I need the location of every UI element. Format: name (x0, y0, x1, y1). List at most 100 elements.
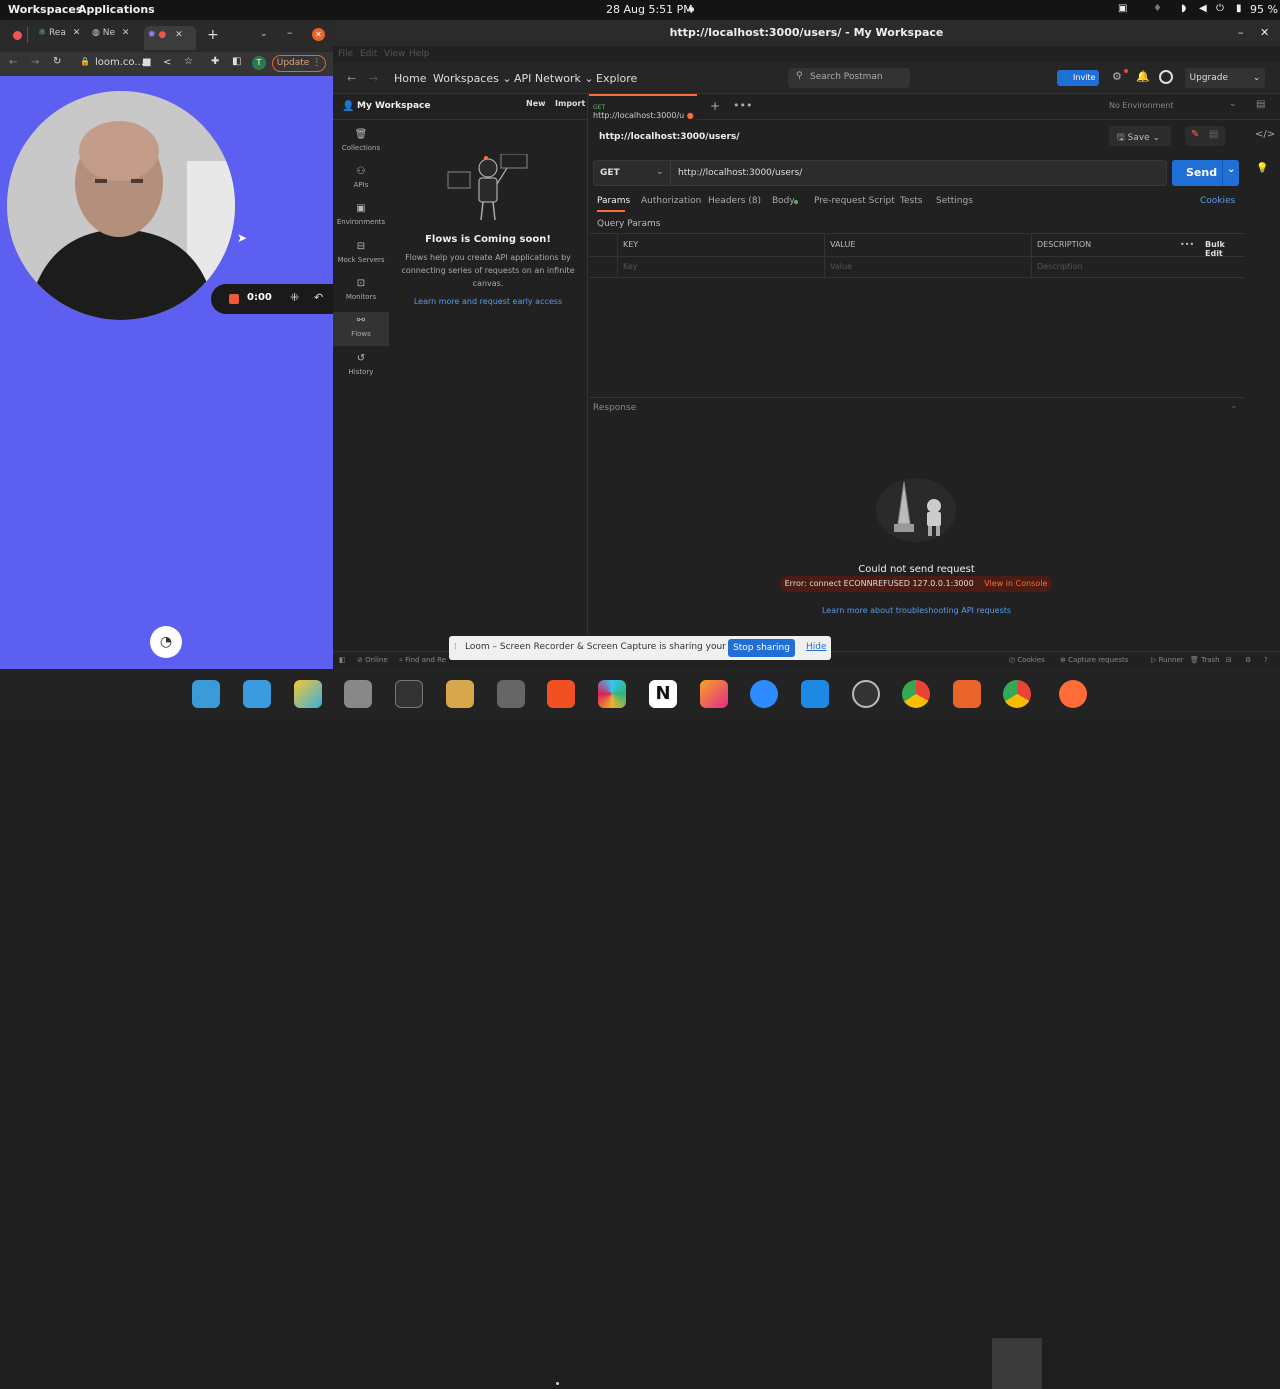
nav-home[interactable]: Home (394, 72, 426, 85)
tab-pre-request-script[interactable]: Pre-request Script (814, 196, 895, 206)
new-button[interactable]: New (523, 99, 549, 114)
extensions-icon[interactable]: ✚ (211, 56, 219, 67)
docs-icon[interactable]: ▤ (1209, 129, 1218, 140)
sidebar-item-collections[interactable]: 🗑 Collections (333, 126, 389, 160)
sidebar-item-history[interactable]: ↺ History (333, 350, 389, 384)
save-button[interactable]: 🖫 Save ⌄ (1109, 126, 1171, 146)
screen-share-icon[interactable]: ▣ (1118, 3, 1127, 14)
nav-workspaces[interactable]: Workspaces ⌄ (433, 72, 512, 85)
find-replace[interactable]: ⌕ Find and Re (399, 656, 446, 665)
close-window-icon[interactable]: ✕ (1260, 20, 1269, 46)
troubleshoot-link[interactable]: Learn more about troubleshooting API req… (589, 606, 1244, 615)
power-icon[interactable]: ⏻ (1216, 3, 1224, 14)
more-options-icon[interactable]: ••• (1180, 240, 1194, 249)
cookies-link[interactable]: Cookies (1200, 196, 1235, 206)
toggle-sidebar-icon[interactable]: ◧ (339, 656, 346, 664)
environment-quicklook-icon[interactable]: ▤ (1256, 99, 1265, 110)
new-tab-icon[interactable]: + (710, 99, 720, 113)
runner[interactable]: ▷ Runner (1151, 656, 1184, 664)
menu-view[interactable]: View (384, 49, 405, 59)
two-pane-icon[interactable]: ⊟ (1226, 656, 1232, 664)
tab-body[interactable]: Body (772, 196, 795, 206)
view-in-console-link[interactable]: View in Console (984, 579, 1047, 588)
settings-icon[interactable]: ⚙ (1112, 70, 1122, 83)
file-manager-app-icon[interactable] (243, 680, 271, 708)
nav-api-network[interactable]: API Network ⌄ (514, 72, 594, 85)
method-select[interactable]: GET (600, 168, 620, 178)
microphone-icon[interactable]: ♦ (1153, 3, 1162, 14)
archive-app-icon[interactable] (446, 680, 474, 708)
sidebar-item-monitors[interactable]: ⊡ Monitors (333, 275, 389, 309)
forward-icon[interactable]: → (31, 57, 39, 68)
notion-app-icon[interactable]: N (649, 680, 677, 708)
code-icon[interactable]: </> (1255, 129, 1275, 140)
stop-recording-icon[interactable] (229, 294, 239, 304)
settings-app-icon[interactable] (497, 680, 525, 708)
clock[interactable]: 28 Aug 5:51 PM (606, 3, 693, 16)
video-editor-app-icon[interactable] (953, 680, 981, 708)
tab-react[interactable]: ⚛ Rea ✕ (38, 28, 84, 46)
files-app-icon[interactable] (344, 680, 372, 708)
restart-icon[interactable]: ↶ (314, 291, 323, 304)
status-cookies[interactable]: ◴ Cookies (1009, 656, 1045, 664)
side-panel-icon[interactable]: ◧ (232, 56, 241, 67)
share-icon[interactable]: < (163, 57, 171, 68)
tab-search-chevron-icon[interactable]: ⌄ (260, 29, 268, 39)
tab-authorization[interactable]: Authorization (641, 196, 701, 206)
more-tabs-icon[interactable]: ••• (733, 99, 752, 112)
workspaces-menu[interactable]: Workspaces (8, 3, 82, 16)
bulk-edit-button[interactable]: Bulk Edit (1205, 240, 1244, 258)
profile-avatar[interactable]: T (252, 56, 266, 70)
recording-tab-icon[interactable] (13, 31, 22, 40)
request-tab[interactable]: GET http://localhost:3000/u ● (589, 94, 697, 120)
lightbulb-icon[interactable]: 💡 (1256, 163, 1268, 174)
url-input[interactable]: http://localhost:3000/users/ (678, 168, 802, 178)
chevron-down-icon[interactable]: ⌄ (656, 167, 664, 177)
tab-settings[interactable]: Settings (936, 196, 973, 206)
sidebar-item-apis[interactable]: ⚇ APIs (333, 163, 389, 197)
menu-edit[interactable]: Edit (360, 49, 377, 59)
drag-handle-icon[interactable]: ⁞ (454, 642, 457, 652)
pause-grid-icon[interactable]: ⁜ (290, 291, 299, 304)
search-input[interactable]: ⚲ Search Postman (788, 68, 910, 88)
wifi-icon[interactable]: ◗ (1181, 3, 1186, 14)
nav-explore[interactable]: Explore (596, 72, 637, 85)
clock-app-icon[interactable] (852, 680, 880, 708)
edit-icon[interactable]: ✎ (1191, 129, 1199, 140)
help-icon[interactable]: ? (1264, 656, 1268, 664)
menu-help[interactable]: Help (409, 49, 430, 59)
slack-app-icon[interactable] (598, 680, 626, 708)
close-icon[interactable]: ✕ (73, 28, 81, 38)
brave-app-icon[interactable] (547, 680, 575, 708)
online-status[interactable]: ⊘ Online (357, 656, 388, 664)
request-name[interactable]: http://localhost:3000/users/ (599, 132, 740, 142)
chevron-down-icon[interactable]: ⌄ (1230, 401, 1238, 411)
star-icon[interactable]: ☆ (184, 56, 193, 67)
value-input[interactable]: Value (830, 262, 852, 271)
settings-icon[interactable]: ⚙ (1245, 656, 1251, 664)
applications-menu[interactable]: Applications (78, 3, 155, 16)
zoom-app-icon[interactable] (750, 680, 778, 708)
sidebar-item-flows[interactable]: ⚯ Flows (333, 312, 389, 346)
vscode-app-icon[interactable] (801, 680, 829, 708)
close-icon[interactable]: ✕ (122, 28, 130, 38)
menu-file[interactable]: File (338, 49, 353, 59)
minimize-icon[interactable]: – (1238, 20, 1244, 46)
camera-icon[interactable]: ■ (142, 57, 151, 68)
loom-webcam-bubble[interactable] (7, 91, 235, 320)
postman-like-app-icon[interactable] (700, 680, 728, 708)
import-button[interactable]: Import (552, 99, 588, 114)
back-icon[interactable]: ← (347, 72, 356, 85)
invite-button[interactable]: 👤 Invite (1057, 70, 1099, 86)
tab-tests[interactable]: Tests (900, 196, 922, 206)
key-input[interactable]: Key (623, 262, 638, 271)
hide-link[interactable]: Hide (806, 642, 827, 652)
tab-params[interactable]: Params (597, 196, 630, 206)
address-bar[interactable]: loom.co... (95, 57, 144, 68)
update-button[interactable]: Update ⋮ (272, 55, 326, 72)
chevron-down-icon[interactable]: ⌄ (1227, 164, 1235, 175)
reload-icon[interactable]: ↻ (53, 56, 61, 67)
forward-icon[interactable]: → (369, 72, 378, 85)
sidebar-item-environments[interactable]: ▣ Environments (333, 200, 389, 234)
minimize-icon[interactable]: – (287, 26, 293, 39)
